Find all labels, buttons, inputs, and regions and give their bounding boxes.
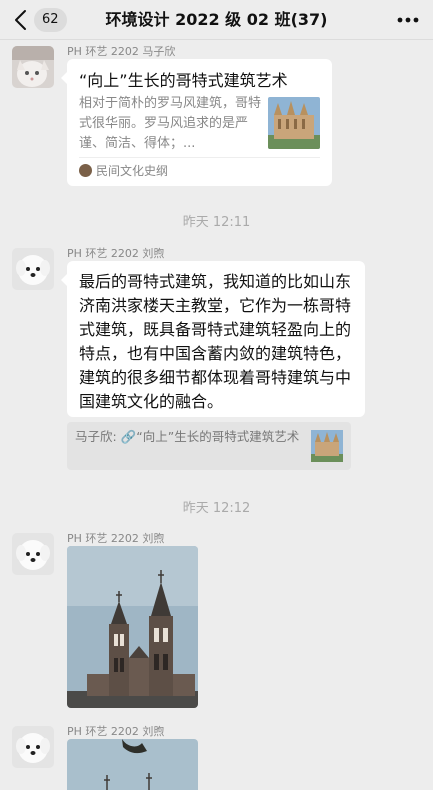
link-card[interactable]: “向上”生长的哥特式建筑艺术 相对于简朴的罗马风建筑，哥特式很华丽。罗马风追求的… xyxy=(61,59,332,186)
ellipsis-icon[interactable] xyxy=(397,17,419,23)
card-divider xyxy=(79,157,320,158)
avatar-dog[interactable] xyxy=(12,726,54,768)
quoted-reply[interactable]: 马子欣: 🔗“向上”生长的哥特式建筑艺术 xyxy=(67,422,351,470)
card-description: 相对于简朴的罗马风建筑，哥特式很华丽。罗马风追求的是严谨、简洁、得体；... xyxy=(79,96,262,151)
photo-church[interactable] xyxy=(67,546,198,708)
sender-name: PH 环艺 2202 刘煦 xyxy=(67,725,165,738)
quoted-thumbnail xyxy=(311,430,343,462)
quoted-text: 马子欣: 🔗“向上”生长的哥特式建筑艺术 xyxy=(75,429,300,444)
photo-church[interactable] xyxy=(67,739,198,790)
source-avatar-icon xyxy=(79,164,92,177)
avatar-dog[interactable] xyxy=(12,248,54,290)
sender-name: PH 环艺 2202 刘煦 xyxy=(67,532,165,545)
unread-count-badge[interactable]: 62 xyxy=(34,8,67,32)
timestamp: 昨天 12:12 xyxy=(182,501,251,516)
message-bubble[interactable]: 最后的哥特式建筑，我知道的比如山东济南洪家楼天主教堂，它作为一栋哥特式建筑，既具… xyxy=(61,261,365,417)
chevron-left-icon[interactable] xyxy=(10,8,34,32)
sender-name: PH 环艺 2202 刘煦 xyxy=(67,247,165,260)
card-thumbnail xyxy=(268,97,320,149)
sender-name: PH 环艺 2202 马子欣 xyxy=(67,45,176,58)
timestamp: 昨天 12:11 xyxy=(182,215,251,230)
avatar-dog[interactable] xyxy=(12,533,54,575)
chat-header: 环境设计 2022 级 02 班(37) 62 xyxy=(0,0,433,40)
card-title: “向上”生长的哥特式建筑艺术 xyxy=(79,71,288,90)
avatar-cat[interactable] xyxy=(12,46,54,88)
card-source: 民间文化史纲 xyxy=(96,164,169,178)
message-text: 最后的哥特式建筑，我知道的比如山东济南洪家楼天主教堂，它作为一栋哥特式建筑，既具… xyxy=(79,272,352,411)
